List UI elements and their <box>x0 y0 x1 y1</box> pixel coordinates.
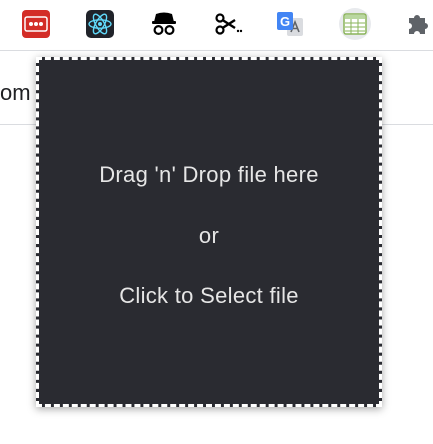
extensions-toolbar: G <box>0 0 433 50</box>
dropzone-drag-text: Drag 'n' Drop file here <box>99 162 319 187</box>
toolbar-divider <box>0 50 433 51</box>
react-devtools-icon[interactable] <box>84 8 116 40</box>
puzzle-icon[interactable] <box>402 8 433 40</box>
incognito-icon[interactable] <box>148 8 180 40</box>
lastpass-icon[interactable] <box>20 8 52 40</box>
dropzone-or-text: or <box>198 223 220 248</box>
background-page-text: om <box>0 80 31 105</box>
dropzone-select-text: Click to Select file <box>119 283 299 308</box>
scissors-icon[interactable] <box>212 8 244 40</box>
file-dropzone[interactable]: Drag 'n' Drop file here or Click to Sele… <box>36 57 382 407</box>
google-translate-icon[interactable]: G <box>274 8 306 40</box>
svg-text:G: G <box>280 14 290 29</box>
table-capture-icon[interactable] <box>339 8 371 40</box>
